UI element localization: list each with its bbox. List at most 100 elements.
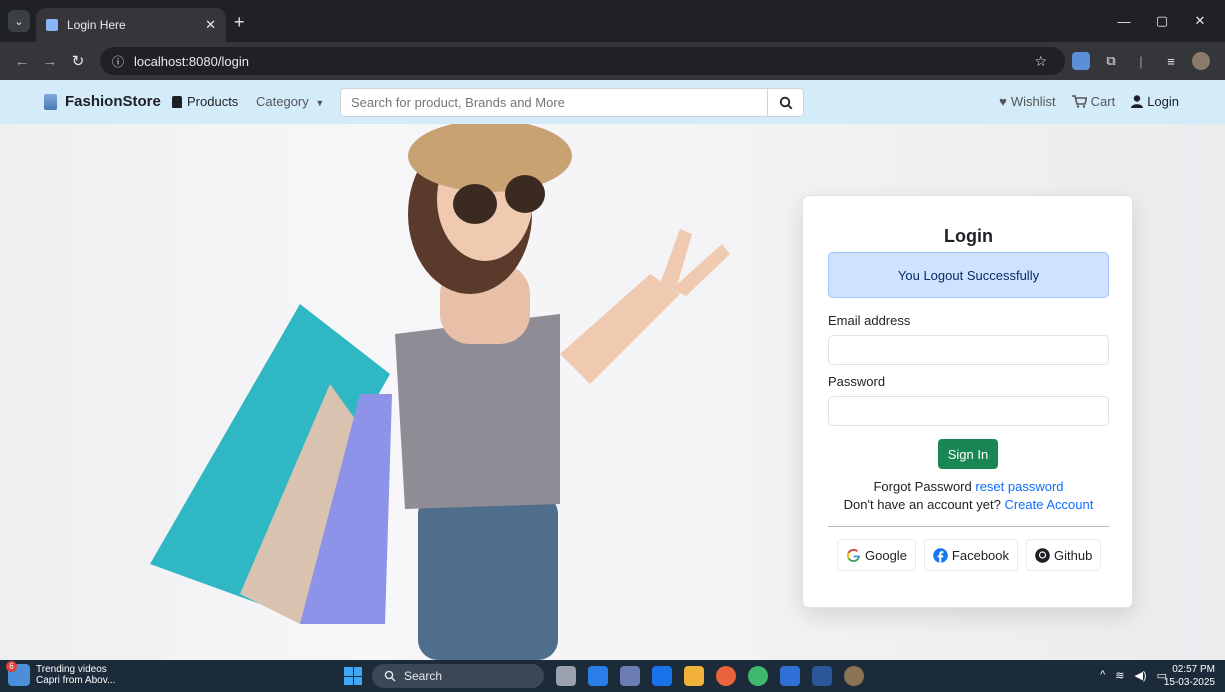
reload-icon[interactable]: ↻	[64, 52, 92, 70]
copilot-icon[interactable]	[588, 666, 608, 686]
tab-title: Login Here	[67, 18, 126, 32]
settings-gear-icon[interactable]	[844, 666, 864, 686]
facebook-login-button[interactable]: Facebook	[923, 539, 1019, 571]
password-field[interactable]	[828, 396, 1109, 426]
forgot-password-text: Forgot Password	[873, 479, 972, 494]
chrome-icon[interactable]	[716, 666, 736, 686]
divider	[828, 526, 1109, 527]
file-explorer-icon[interactable]	[556, 666, 576, 686]
nav-category-dropdown[interactable]: Category ▼	[256, 94, 324, 109]
nav-cart-label: Cart	[1090, 94, 1116, 109]
extensions-area: ⧉ | ≡ ⋮	[1072, 52, 1225, 70]
github-label: Github	[1054, 547, 1093, 563]
github-login-button[interactable]: Github	[1026, 539, 1102, 571]
chevron-up-icon[interactable]: ^	[1100, 669, 1105, 682]
facebook-icon	[933, 547, 948, 563]
news-widget[interactable]: 6 Trending videos Capri from Abov...	[6, 661, 115, 686]
forgot-password-line: Forgot Password reset password	[803, 479, 1134, 494]
new-tab-icon[interactable]: +	[234, 12, 245, 33]
profile-avatar[interactable]	[1192, 52, 1210, 70]
wifi-icon[interactable]: ≋	[1115, 669, 1124, 682]
browser-tab[interactable]: Login Here ✕	[36, 8, 226, 42]
search-form	[340, 88, 804, 117]
google-icon	[847, 548, 860, 562]
minimize-icon[interactable]: —	[1105, 8, 1143, 34]
forward-icon[interactable]: →	[36, 53, 64, 70]
system-tray: ^ ≋ ◀) ▭	[1100, 669, 1167, 682]
taskbar-search[interactable]: Search	[372, 664, 544, 688]
create-account-line: Don't have an account yet? Create Accoun…	[803, 497, 1134, 512]
brand-link[interactable]: FashionStore	[44, 93, 161, 110]
browser-toolbar: ← → ↻ ⓘ localhost:8080/login ☆ ⧉ | ≡ ⋮	[0, 42, 1225, 80]
reading-list-icon[interactable]: ≡	[1162, 52, 1180, 70]
sign-in-button[interactable]: Sign In	[938, 439, 998, 469]
user-icon	[1131, 95, 1144, 108]
browser-tabstrip: ⌄ Login Here ✕ + — ▢ ✕	[0, 0, 1225, 42]
login-title: Login	[944, 226, 993, 246]
volume-icon[interactable]: ◀)	[1134, 669, 1146, 682]
taskbar-search-label: Search	[404, 669, 443, 683]
notification-badge: 6	[6, 661, 17, 672]
google-label: Google	[865, 547, 907, 563]
tab-search-chevron-icon[interactable]: ⌄	[8, 10, 30, 32]
logout-alert: You Logout Successfully	[828, 252, 1109, 298]
shield-icon[interactable]	[652, 666, 672, 686]
site-info-icon[interactable]: ⓘ	[112, 53, 124, 70]
google-login-button[interactable]: Google	[837, 539, 916, 571]
clock-date: 15-03-2025	[1163, 677, 1215, 688]
create-account-link[interactable]: Create Account	[1004, 497, 1093, 512]
site-navbar: FashionStore Products Category ▼ ♥ Wishl…	[0, 80, 1225, 124]
social-login-buttons: Google Facebook Github	[837, 539, 1102, 571]
facebook-label: Facebook	[951, 547, 1010, 563]
email-label: Email address	[828, 313, 911, 328]
url-text: localhost:8080/login	[134, 53, 249, 69]
window-controls: — ▢ ✕	[1105, 8, 1219, 34]
nav-login[interactable]: Login	[1131, 94, 1179, 109]
shopping-bag-icon	[172, 95, 182, 108]
search-icon	[779, 96, 792, 109]
bookmark-star-icon[interactable]: ☆	[1034, 53, 1047, 70]
brand-logo-icon	[44, 93, 57, 110]
nav-login-label: Login	[1147, 94, 1179, 109]
vscode-icon[interactable]	[780, 666, 800, 686]
restore-icon[interactable]: ▢	[1143, 8, 1181, 34]
nav-wishlist[interactable]: ♥ Wishlist	[999, 94, 1056, 109]
close-tab-icon[interactable]: ✕	[205, 17, 216, 33]
nav-category-label: Category	[256, 94, 309, 109]
close-window-icon[interactable]: ✕	[1181, 8, 1219, 34]
email-field[interactable]	[828, 335, 1109, 365]
extension-icon[interactable]	[1072, 52, 1090, 70]
news-text: Trending videos Capri from Abov...	[36, 664, 115, 686]
clock-time: 02:57 PM	[1172, 664, 1215, 675]
search-input[interactable]	[340, 88, 768, 117]
nav-wishlist-label: Wishlist	[1010, 94, 1056, 109]
search-button[interactable]	[768, 88, 804, 117]
nav-products-label: Products	[187, 94, 239, 109]
reset-password-link[interactable]: reset password	[975, 479, 1063, 494]
no-account-text: Don't have an account yet?	[843, 497, 1001, 512]
system-clock[interactable]: 02:57 PM 15-03-2025	[1164, 663, 1215, 689]
whatsapp-icon[interactable]	[748, 666, 768, 686]
nav-products[interactable]: Products	[172, 94, 238, 109]
news-icon: 6	[6, 661, 30, 686]
store-icon[interactable]	[620, 666, 640, 686]
puzzle-extensions-icon[interactable]: ⧉	[1102, 52, 1120, 70]
nav-cart[interactable]: Cart	[1071, 94, 1116, 109]
os-taskbar: 6 Trending videos Capri from Abov... Sea…	[0, 660, 1225, 692]
password-label: Password	[828, 374, 886, 389]
login-card: Login You Logout Successfully Email addr…	[802, 195, 1133, 608]
caret-down-icon: ▼	[315, 98, 325, 108]
folder-icon[interactable]	[684, 666, 704, 686]
news-title: Trending videos	[36, 664, 107, 675]
cart-icon	[1071, 95, 1087, 108]
github-icon	[1035, 547, 1050, 563]
brand-name: FashionStore	[65, 93, 161, 110]
back-icon[interactable]: ←	[8, 53, 36, 70]
page-favicon-icon	[46, 19, 58, 31]
search-icon	[384, 670, 396, 682]
address-bar[interactable]: ⓘ localhost:8080/login ☆	[100, 47, 1065, 75]
word-icon[interactable]	[812, 666, 832, 686]
taskbar-apps	[556, 666, 864, 686]
login-page: Login You Logout Successfully Email addr…	[0, 124, 1225, 660]
windows-start-icon[interactable]	[344, 667, 362, 685]
